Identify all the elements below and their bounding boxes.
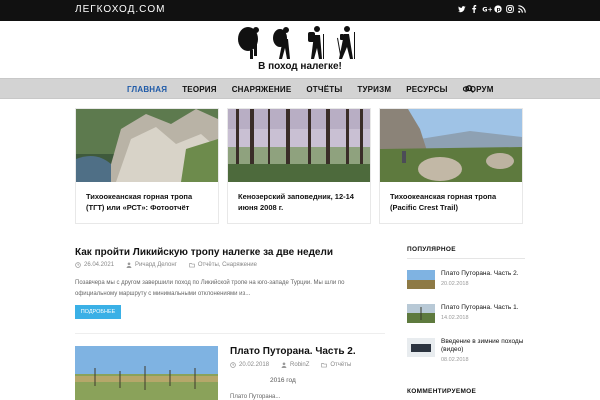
- read-more-button[interactable]: ПОДРОБНЕЕ: [75, 305, 121, 319]
- twitter-icon[interactable]: [458, 5, 466, 14]
- post2-year: 2016 год: [270, 377, 296, 384]
- post-date: 26.04.2021: [84, 262, 115, 268]
- user-icon: [126, 262, 132, 268]
- instagram-icon[interactable]: [506, 5, 514, 14]
- sidebar-thumb[interactable]: [407, 304, 435, 323]
- facebook-icon[interactable]: [470, 5, 477, 14]
- pinterest-icon[interactable]: p: [494, 5, 502, 14]
- post2-date: 20.02.2018: [239, 362, 270, 368]
- rss-icon[interactable]: [518, 5, 526, 14]
- post2-categories[interactable]: Отчёты: [330, 362, 351, 368]
- featured-image-2[interactable]: [228, 109, 370, 182]
- site-tagline: В поход налегке!: [258, 61, 342, 72]
- featured-title-3[interactable]: Тихоокеанская горная тропа (Pacific Cres…: [390, 191, 515, 213]
- sidebar-item-title[interactable]: Плато Путорана. Часть 1.: [441, 304, 531, 312]
- post-excerpt: Позавчера мы с другом завершили поход по…: [75, 280, 345, 297]
- post2-image[interactable]: [75, 346, 218, 400]
- sidebar-thumb[interactable]: [407, 338, 435, 357]
- post-meta: 26.04.2021 Ричард Делонг Отчёты, Снаряже…: [75, 262, 257, 268]
- sidebar-thumb[interactable]: [407, 270, 435, 289]
- sidebar-item-date: 14.02.2018: [441, 315, 469, 321]
- sidebar-divider: [407, 258, 525, 259]
- sidebar-popular-item[interactable]: Введение в зимние походы (видео) 08.02.2…: [407, 338, 525, 363]
- sidebar-item-title[interactable]: Плато Путорана. Часть 2.: [441, 270, 531, 278]
- nav-item-tourism[interactable]: ТУРИЗМ: [357, 85, 391, 94]
- post-title[interactable]: Как пройти Ликийскую тропу налегке за дв…: [75, 247, 333, 258]
- hikers-logo-icon: [238, 26, 355, 59]
- featured-title-1[interactable]: Тихоокеанская горная тропа (ТГТ) или «РС…: [86, 191, 211, 213]
- clock-icon: [230, 362, 236, 368]
- site-logo[interactable]: В поход налегке!: [0, 21, 600, 78]
- sidebar-item-title[interactable]: Введение в зимние походы (видео): [441, 338, 531, 354]
- folder-icon: [321, 362, 328, 368]
- sidebar-popular-item[interactable]: Плато Путорана. Часть 2. 20.02.2018: [407, 270, 525, 294]
- post-author[interactable]: Ричард Делонг: [135, 262, 177, 268]
- nav-item-home[interactable]: ГЛАВНАЯ: [127, 85, 167, 94]
- featured-post-1[interactable]: Тихоокеанская горная тропа (ТГТ) или «РС…: [75, 108, 219, 224]
- post2-title[interactable]: Плато Путорана. Часть 2.: [230, 346, 356, 357]
- nav-item-reports[interactable]: ОТЧЁТЫ: [306, 85, 342, 94]
- nav-item-gear[interactable]: СНАРЯЖЕНИЕ: [232, 85, 292, 94]
- google-plus-icon[interactable]: G+: [482, 5, 493, 14]
- post-categories[interactable]: Отчёты, Снаряжение: [198, 262, 257, 268]
- search-icon[interactable]: [466, 85, 474, 93]
- sidebar-item-date: 20.02.2018: [441, 281, 469, 287]
- featured-post-2[interactable]: Кенозерский заповедник, 12-14 июня 2008 …: [227, 108, 371, 224]
- clock-icon: [75, 262, 81, 268]
- post2-author[interactable]: RobinZ: [290, 362, 309, 368]
- featured-image-1[interactable]: [76, 109, 218, 182]
- post2-excerpt: Плато Путорана...: [230, 394, 281, 400]
- featured-title-2[interactable]: Кенозерский заповедник, 12-14 июня 2008 …: [238, 191, 363, 213]
- social-icons: G+ p: [458, 5, 526, 14]
- main-nav: ГЛАВНАЯ ТЕОРИЯ СНАРЯЖЕНИЕ ОТЧЁТЫ ТУРИЗМ …: [0, 78, 600, 99]
- featured-image-3[interactable]: [380, 109, 522, 182]
- sidebar-popular-heading: ПОПУЛЯРНОЕ: [407, 246, 456, 253]
- sidebar-item-date: 08.02.2018: [441, 357, 469, 363]
- svg-text:G+: G+: [482, 5, 492, 13]
- site-brand[interactable]: ЛЕГКОХОД.COM: [75, 4, 165, 15]
- post-divider: [75, 333, 385, 334]
- featured-post-3[interactable]: Тихоокеанская горная тропа (Pacific Cres…: [379, 108, 523, 224]
- sidebar-commented-heading: КОММЕНТИРУЕМОЕ: [407, 388, 477, 395]
- post2-meta: 20.02.2018 RobinZ Отчёты: [230, 362, 351, 368]
- folder-icon: [189, 262, 195, 268]
- top-bar: ЛЕГКОХОД.COM G+ p: [0, 0, 600, 21]
- sidebar-popular-item[interactable]: Плато Путорана. Часть 1. 14.02.2018: [407, 304, 525, 328]
- user-icon: [281, 362, 287, 368]
- nav-item-resources[interactable]: РЕСУРСЫ: [406, 85, 447, 94]
- nav-item-theory[interactable]: ТЕОРИЯ: [182, 85, 216, 94]
- svg-text:p: p: [497, 7, 501, 13]
